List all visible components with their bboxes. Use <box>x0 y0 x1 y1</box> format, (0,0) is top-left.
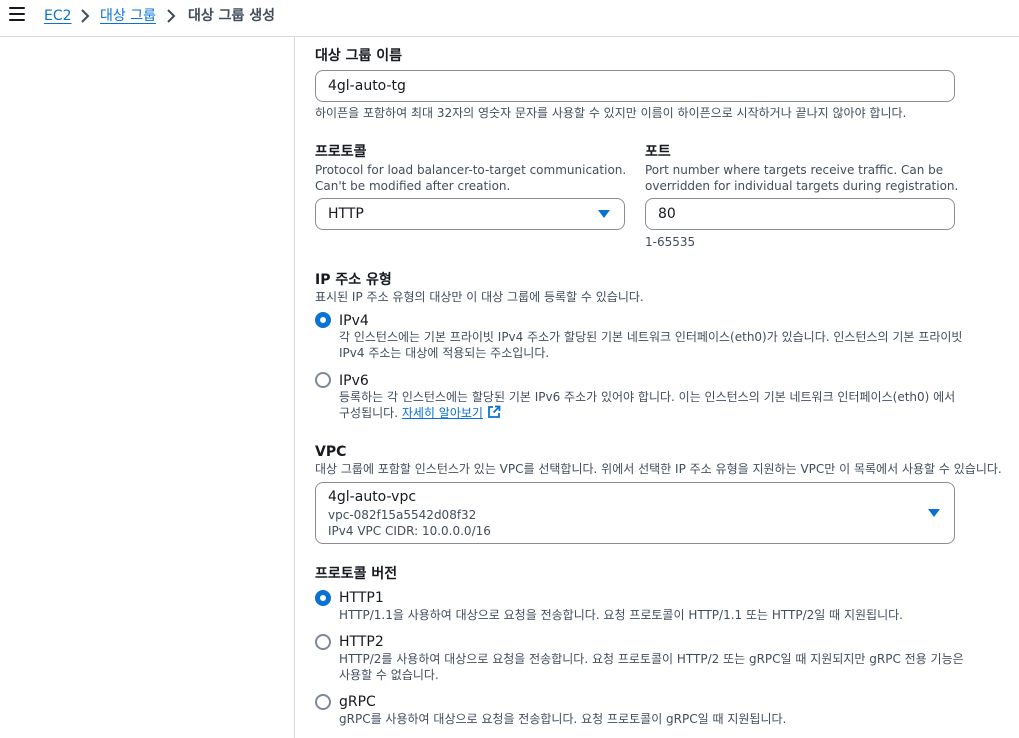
ipv4-desc-line1: 각 인스턴스에는 기본 프라이빗 IPv4 주소가 할당된 기본 네트워크 인터… <box>339 330 963 344</box>
vpc-label: VPC <box>315 444 347 460</box>
ipv6-desc-line2: 구성됩니다. 자세히 알아보기 <box>339 405 501 421</box>
port-desc-line1: Port number where targets receive traffi… <box>645 163 944 177</box>
radio-grpc[interactable] <box>315 694 331 710</box>
http2-desc-line2: 사용할 수 없습니다. <box>339 668 439 682</box>
hamburger-menu-icon[interactable] <box>9 7 25 21</box>
protocol-version-label: 프로토콜 버전 <box>315 566 398 582</box>
target-group-name-input[interactable]: 4gl-auto-tg <box>315 70 955 102</box>
breadcrumb-current: 대상 그룹 생성 <box>188 8 276 24</box>
breadcrumb-target-groups[interactable]: 대상 그룹 <box>100 7 156 25</box>
vpc-name: 4gl-auto-vpc <box>328 489 417 505</box>
vpc-id: vpc-082f15a5542d08f32 <box>328 508 477 522</box>
learn-more-link[interactable]: 자세히 알아보기 <box>402 406 483 420</box>
vpc-desc: 대상 그룹에 포함할 인스턴스가 있는 VPC를 선택합니다. 위에서 선택한 … <box>315 462 1002 476</box>
target-group-name-label: 대상 그룹 이름 <box>315 48 403 64</box>
chevron-right-icon <box>167 9 176 23</box>
ipv6-title[interactable]: IPv6 <box>339 372 369 390</box>
vpc-cidr: IPv4 VPC CIDR: 10.0.0.0/16 <box>328 524 491 538</box>
port-label: 포트 <box>645 144 671 160</box>
grpc-desc: gRPC를 사용하여 대상으로 요청을 전송합니다. 요청 프로토콜이 gRPC… <box>339 712 787 726</box>
protocol-select[interactable]: HTTP <box>315 198 625 230</box>
caret-down-icon <box>598 210 610 218</box>
radio-ipv4[interactable] <box>315 312 331 328</box>
target-group-name-hint: 하이픈을 포함하여 최대 32자의 영숫자 문자를 사용할 수 있지만 이름이 … <box>315 106 907 120</box>
http1-title[interactable]: HTTP1 <box>339 589 384 607</box>
port-range-hint: 1-65535 <box>645 235 696 249</box>
caret-down-icon <box>928 509 940 517</box>
radio-http1[interactable] <box>315 590 331 606</box>
port-desc-line2: overridden for individual targets during… <box>645 179 959 193</box>
radio-ipv6[interactable] <box>315 372 331 388</box>
protocol-desc-line2: Can't be modified after creation. <box>315 179 511 193</box>
panel-divider <box>294 37 295 738</box>
chevron-right-icon <box>81 9 90 23</box>
http2-title[interactable]: HTTP2 <box>339 633 384 651</box>
port-input[interactable]: 80 <box>645 198 955 230</box>
ipv6-desc-line2-text: 구성됩니다. <box>339 406 399 420</box>
radio-http2[interactable] <box>315 634 331 650</box>
protocol-select-value: HTTP <box>328 206 364 222</box>
http1-desc: HTTP/1.1을 사용하여 대상으로 요청을 전송합니다. 요청 프로토콜이 … <box>339 608 903 622</box>
ip-type-label: IP 주소 유형 <box>315 272 392 288</box>
protocol-label: 프로토콜 <box>315 144 367 160</box>
ipv4-title[interactable]: IPv4 <box>339 312 369 330</box>
breadcrumb-ec2[interactable]: EC2 <box>44 7 72 25</box>
ipv6-desc-line1: 등록하는 각 인스턴스에는 할당된 기본 IPv6 주소가 있어야 합니다. 이… <box>339 390 956 404</box>
protocol-desc-line1: Protocol for load balancer-to-target com… <box>315 163 627 177</box>
http2-desc-line1: HTTP/2를 사용하여 대상으로 요청을 전송합니다. 요청 프로토콜이 HT… <box>339 652 964 666</box>
external-link-icon[interactable] <box>487 405 501 419</box>
grpc-title[interactable]: gRPC <box>339 693 376 711</box>
ip-type-desc: 표시된 IP 주소 유형의 대상만 이 대상 그룹에 등록할 수 있습니다. <box>315 290 644 304</box>
ipv4-desc-line2: IPv4 주소는 대상에 적용되는 주소입니다. <box>339 346 550 360</box>
